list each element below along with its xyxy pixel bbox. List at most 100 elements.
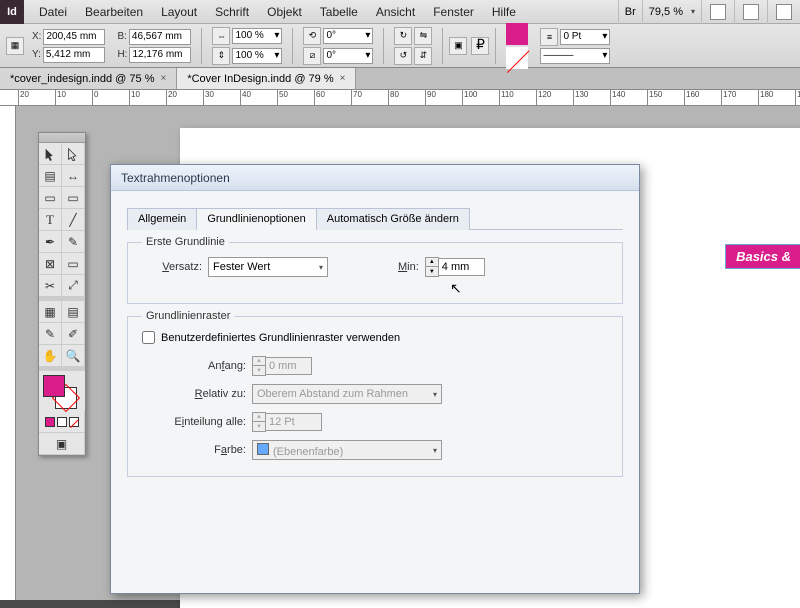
gradient-feather-tool[interactable]: ▤ [62, 301, 85, 323]
horizontal-ruler: 2010010203040506070809010011012013014015… [0, 90, 800, 106]
control-bar: ▦ X: Y: B: H: ⇔100 %▾ ⇕100 %▾ ⟲0°▾ ⧄0°▾ … [0, 24, 800, 68]
menu-ansicht[interactable]: Ansicht [367, 0, 424, 24]
y-input[interactable] [43, 47, 105, 63]
selection-tool[interactable] [39, 143, 62, 165]
hand-tool[interactable]: ✋ [39, 345, 62, 367]
rotate-icon: ⟲ [303, 27, 321, 45]
menu-layout[interactable]: Layout [152, 0, 206, 24]
shear-icon: ⧄ [303, 47, 321, 65]
custom-grid-checkbox[interactable]: Benutzerdefiniertes Grundlinienraster ve… [142, 331, 608, 344]
relativ-dropdown: Oberem Abstand zum Rahmen▾ [252, 384, 442, 404]
einteilung-spinner: ▲▼ [252, 412, 452, 432]
direct-selection-tool[interactable] [62, 143, 85, 165]
fill-swatch[interactable] [506, 23, 528, 45]
menu-bar: Id Datei Bearbeiten Layout Schrift Objek… [0, 0, 800, 24]
zoom-dropdown[interactable]: 79,5 % [642, 0, 701, 24]
flip-v-icon[interactable]: ⇵ [414, 47, 432, 65]
fieldset-legend: Erste Grundlinie [142, 236, 229, 248]
rectangle-tool[interactable]: ▭ [62, 253, 85, 275]
rotate-ccw-icon[interactable]: ↺ [394, 47, 412, 65]
free-transform-tool[interactable]: ⤢ [62, 275, 85, 297]
gap-tool[interactable]: ↔ [62, 165, 85, 187]
bridge-button[interactable]: Br [618, 0, 642, 24]
reference-point-icon[interactable]: ▦ [6, 37, 24, 55]
menu-tabelle[interactable]: Tabelle [311, 0, 367, 24]
rectangle-frame-tool[interactable]: ⊠ [39, 253, 62, 275]
spin-down-button[interactable]: ▼ [426, 267, 438, 276]
menu-objekt[interactable]: Objekt [258, 0, 311, 24]
stroke-swatch[interactable] [506, 47, 528, 69]
screen-mode-button[interactable] [701, 0, 734, 24]
scissors-tool[interactable]: ✂ [39, 275, 62, 297]
container-icon[interactable]: ▣ [449, 37, 467, 55]
farbe-label: Farbe: [142, 444, 246, 456]
rotate-select[interactable]: 0°▾ [323, 28, 373, 44]
zoom-tool[interactable]: 🔍 [62, 345, 85, 367]
min-input[interactable] [439, 258, 485, 276]
tab-grundlinienoptionen[interactable]: Grundlinienoptionen [196, 208, 316, 230]
custom-grid-label: Benutzerdefiniertes Grundlinienraster ve… [161, 332, 400, 344]
content-collector-tool[interactable]: ▭ [39, 187, 62, 209]
toolbox-panel: ▤ ↔ ▭ ▭ T ╱ ✒ ✎ ⊠ ▭ ✂ ⤢ ▦ ▤ ✎ ✐ ✋ 🔍 ▣ [38, 132, 86, 456]
doc-tab-0[interactable]: *cover_indesign.indd @ 75 %× [0, 68, 177, 89]
width-input[interactable] [129, 29, 191, 45]
anfang-label: Anfang: [142, 360, 246, 372]
fill-stroke-proxy[interactable] [39, 371, 85, 411]
page-tool[interactable]: ▤ [39, 165, 62, 187]
x-input[interactable] [43, 29, 105, 45]
stroke-style-select[interactable]: ———▾ [540, 48, 610, 64]
stroke-weight-select[interactable]: 0 Pt▾ [560, 29, 610, 45]
anfang-spinner: ▲▼ [252, 356, 452, 376]
dialog-tabs: Allgemein Grundlinienoptionen Automatisc… [127, 207, 623, 230]
min-label: Min: [398, 261, 419, 273]
versatz-label: Versatz: [142, 261, 202, 273]
menu-datei[interactable]: Datei [30, 0, 76, 24]
arrange-button[interactable] [734, 0, 767, 24]
fieldset-erste-grundlinie: Erste Grundlinie Versatz: Fester Wert▾ M… [127, 242, 623, 304]
farbe-dropdown: (Ebenenfarbe)▾ [252, 440, 442, 460]
default-fill-stroke[interactable] [39, 411, 85, 433]
versatz-dropdown[interactable]: Fester Wert▾ [208, 257, 328, 277]
paragraph-icon[interactable]: ₽ [471, 37, 489, 55]
menu-fenster[interactable]: Fenster [424, 0, 483, 24]
document-tabs: *cover_indesign.indd @ 75 %× *Cover InDe… [0, 68, 800, 90]
pencil-tool[interactable]: ✎ [62, 231, 85, 253]
menu-bearbeiten[interactable]: Bearbeiten [76, 0, 152, 24]
fill-box[interactable] [43, 375, 65, 397]
spin-up-button[interactable]: ▲ [426, 258, 438, 267]
gradient-swatch-tool[interactable]: ▦ [39, 301, 62, 323]
note-tool[interactable]: ✎ [39, 323, 62, 345]
doc-tab-1[interactable]: *Cover InDesign.indd @ 79 %× [177, 68, 356, 89]
fieldset-legend: Grundlinienraster [142, 310, 234, 322]
fieldset-grundlinienraster: Grundlinienraster Benutzerdefiniertes Gr… [127, 316, 623, 477]
menu-schrift[interactable]: Schrift [206, 0, 258, 24]
einteilung-label: Einteilung alle: [142, 416, 246, 428]
line-tool[interactable]: ╱ [62, 209, 85, 231]
content-placer-tool[interactable]: ▭ [62, 187, 85, 209]
scale-y-select[interactable]: 100 %▾ [232, 48, 282, 64]
tab-auto-groesse[interactable]: Automatisch Größe ändern [316, 208, 470, 230]
view-options-button[interactable] [767, 0, 800, 24]
toolbox-grip[interactable] [39, 133, 85, 143]
view-mode-toggle[interactable]: ▣ [39, 433, 85, 455]
text-frame-options-dialog: Textrahmenoptionen Allgemein Grundlinien… [110, 164, 640, 594]
eyedropper-tool[interactable]: ✐ [62, 323, 85, 345]
min-spinner[interactable]: ▲▼ [425, 257, 485, 277]
tab-allgemein[interactable]: Allgemein [127, 208, 197, 230]
menu-hilfe[interactable]: Hilfe [483, 0, 525, 24]
pen-tool[interactable]: ✒ [39, 231, 62, 253]
scale-x-icon: ⇔ [212, 27, 230, 45]
close-icon[interactable]: × [340, 68, 346, 90]
scale-y-icon: ⇕ [212, 47, 230, 65]
rotate-cw-icon[interactable]: ↻ [394, 27, 412, 45]
custom-grid-checkbox-input[interactable] [142, 331, 155, 344]
dialog-title: Textrahmenoptionen [111, 165, 639, 191]
flip-h-icon[interactable]: ⇋ [414, 27, 432, 45]
app-icon: Id [0, 0, 24, 24]
close-icon[interactable]: × [160, 68, 166, 90]
height-input[interactable] [129, 47, 191, 63]
vertical-ruler [0, 106, 16, 600]
type-tool[interactable]: T [39, 209, 62, 231]
scale-x-select[interactable]: 100 %▾ [232, 28, 282, 44]
shear-select[interactable]: 0°▾ [323, 48, 373, 64]
